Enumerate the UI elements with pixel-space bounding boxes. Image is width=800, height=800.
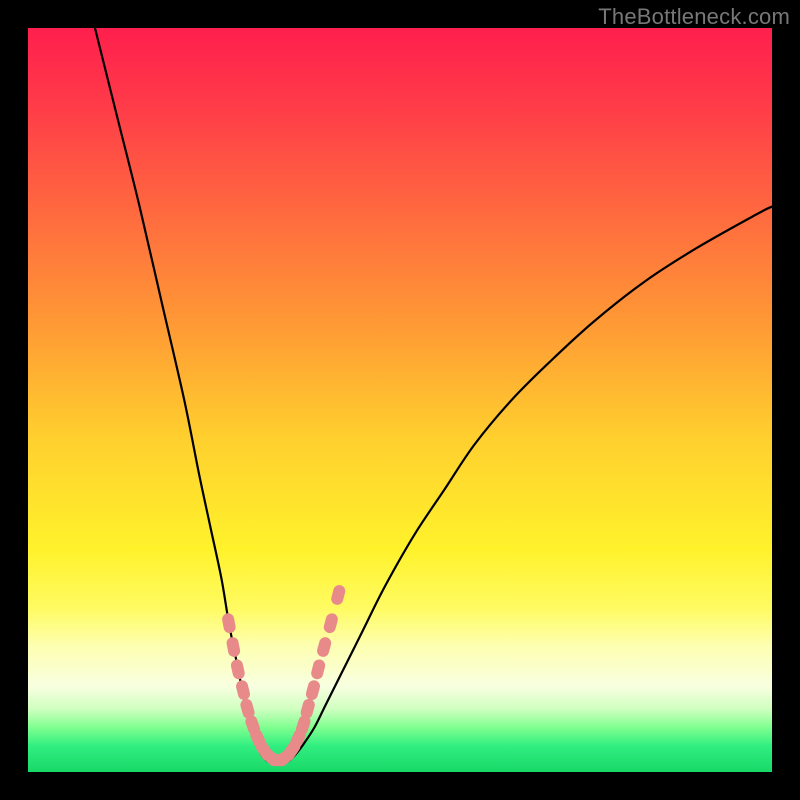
gradient-background bbox=[28, 28, 772, 772]
watermark-text: TheBottleneck.com bbox=[598, 4, 790, 30]
chart-canvas: TheBottleneck.com bbox=[0, 0, 800, 800]
plot-svg bbox=[28, 28, 772, 772]
plot-area bbox=[28, 28, 772, 772]
